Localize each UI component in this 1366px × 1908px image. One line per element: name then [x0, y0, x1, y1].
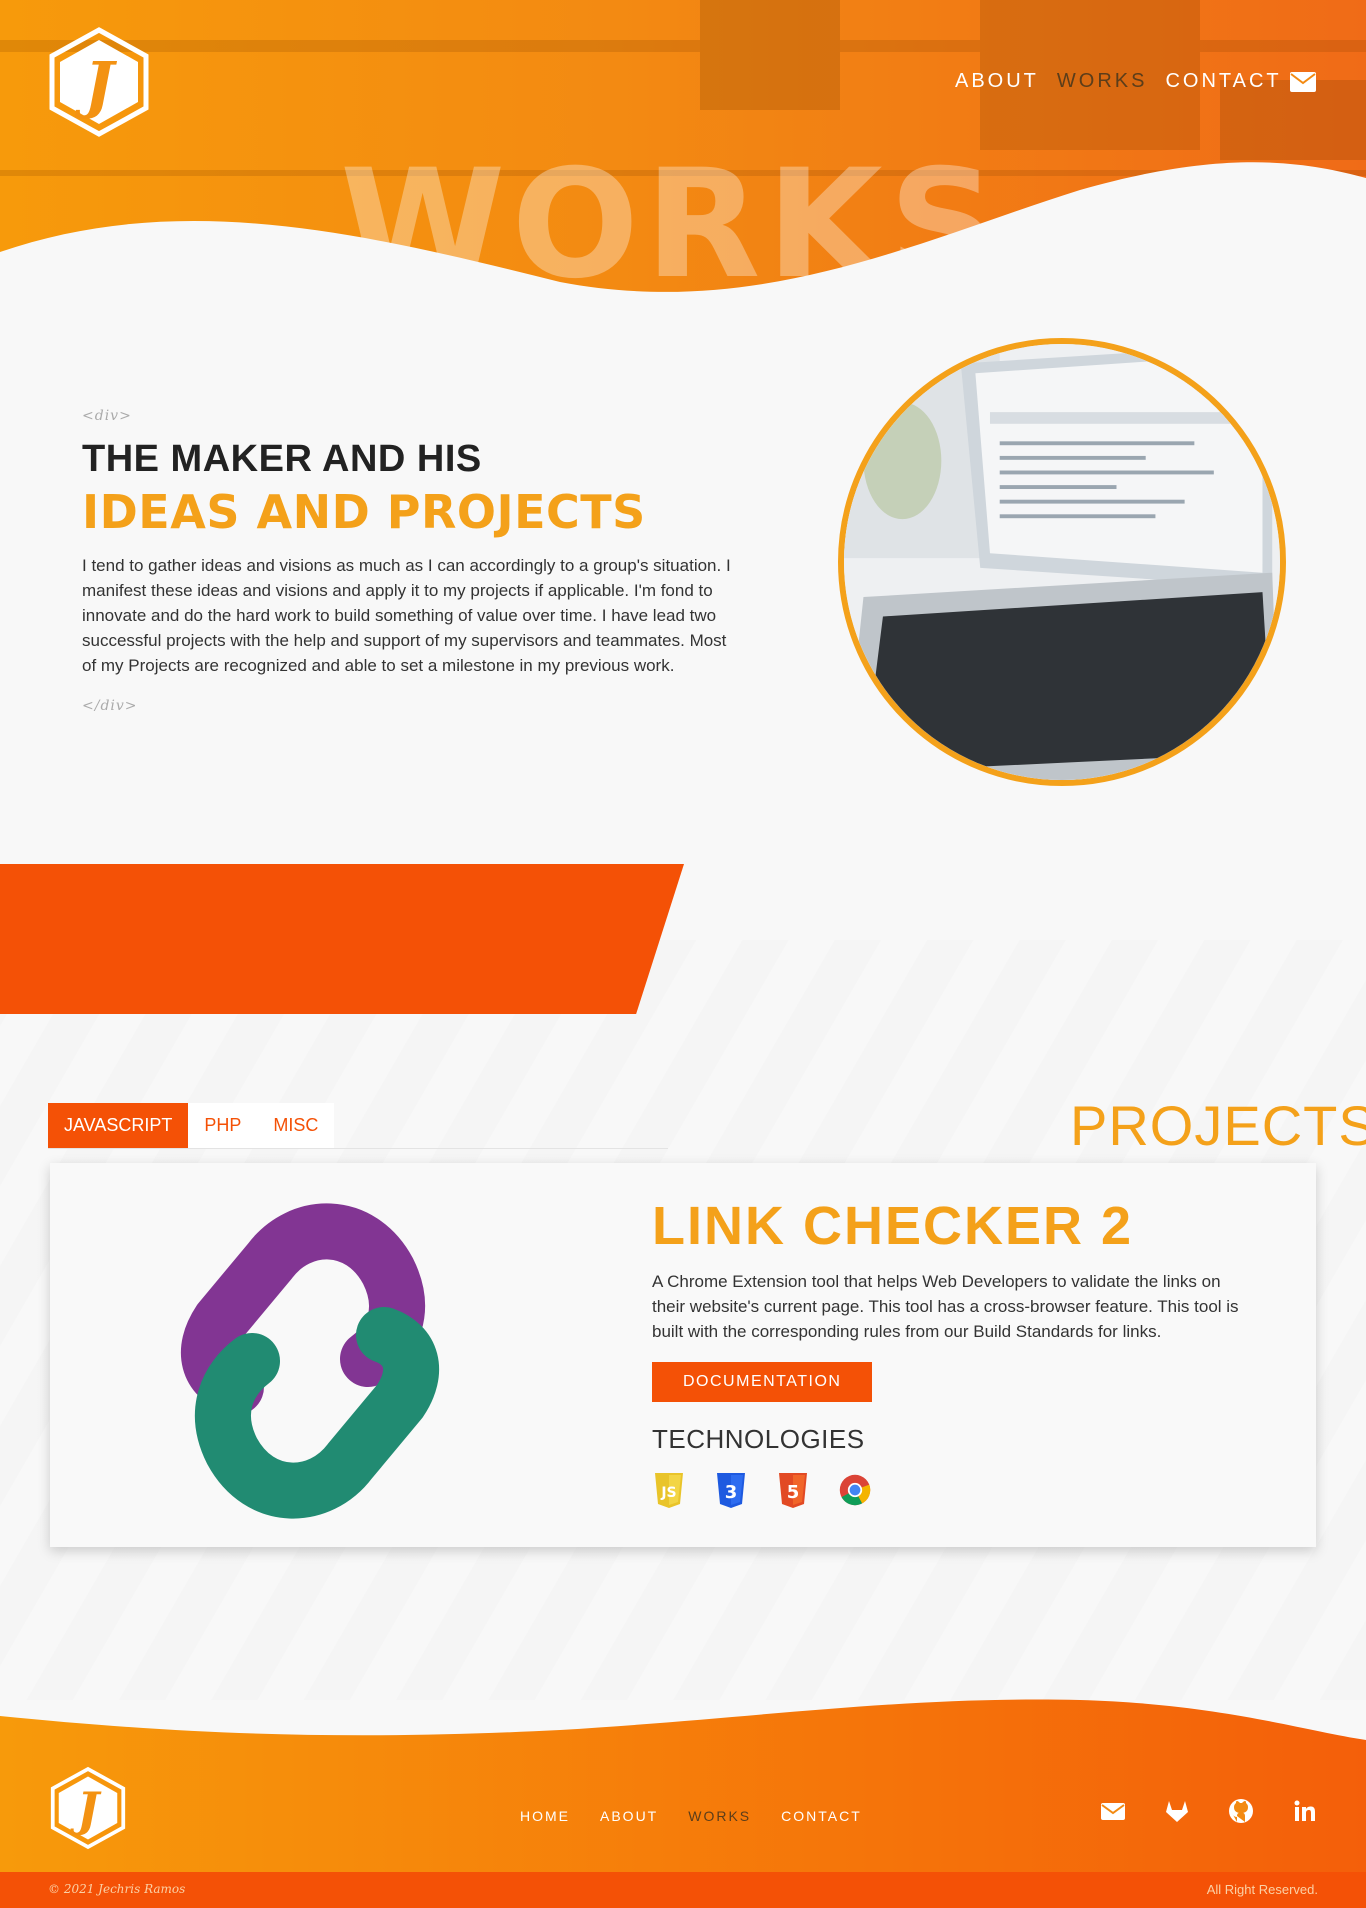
copyright-text: © 2021 Jechris Ramos [48, 1882, 186, 1896]
nav-about[interactable]: ABOUT [955, 70, 1039, 93]
tab-misc[interactable]: MISC [257, 1103, 335, 1148]
site-logo[interactable]: J [46, 26, 152, 138]
link-chain-icon [180, 1203, 440, 1519]
intro-heading-light: THE MAKER AND HIS [82, 438, 482, 480]
footer-bottom-bar: © 2021 Jechris Ramos All Right Reserved. [0, 1872, 1366, 1908]
tab-javascript[interactable]: JAVASCRIPT [48, 1103, 189, 1148]
project-tabs: JAVASCRIPT PHP MISC [48, 1103, 668, 1149]
project-card: LINK CHECKER 2 A Chrome Extension tool t… [50, 1163, 1316, 1547]
documentation-button[interactable]: DOCUMENTATION [652, 1362, 873, 1402]
nav-works[interactable]: WORKS [1057, 70, 1148, 93]
hero-wave [0, 162, 1366, 300]
social-links [1100, 1798, 1318, 1824]
main-nav: ABOUT WORKS CONTACT [955, 70, 1282, 93]
mail-icon[interactable] [1290, 72, 1316, 92]
footer-logo[interactable]: J [48, 1766, 128, 1850]
linkedin-icon[interactable] [1292, 1798, 1318, 1824]
technologies-heading: TECHNOLOGIES [652, 1424, 865, 1454]
intro-paragraph: I tend to gather ideas and visions as mu… [82, 556, 731, 675]
mail-icon[interactable] [1100, 1798, 1126, 1824]
footer: J HOME ABOUT WORKS CONTACT © 2021 Jechri… [0, 1690, 1366, 1908]
css3-icon: 3 [717, 1473, 745, 1508]
div-close-tag: </div> [82, 698, 138, 714]
footer-nav-contact[interactable]: CONTACT [781, 1808, 862, 1824]
div-open-tag: <div> [82, 408, 132, 424]
chrome-icon [839, 1474, 871, 1506]
intro-heading-bold: IDEAS AND PROJECTS [82, 485, 646, 539]
footer-nav-home[interactable]: HOME [520, 1808, 570, 1824]
intro-section: <div> THE MAKER AND HIS IDEAS AND PROJEC… [82, 408, 732, 714]
footer-nav-about[interactable]: ABOUT [600, 1808, 658, 1824]
hero-header: WORKS J ABOUT WORKS CONTACT [0, 0, 1366, 300]
project-title: LINK CHECKER 2 [652, 1196, 1134, 1256]
svg-text:3: 3 [725, 1482, 738, 1503]
github-icon[interactable] [1228, 1798, 1254, 1824]
laptop-code-image [838, 338, 1286, 786]
footer-nav-works[interactable]: WORKS [688, 1808, 751, 1824]
project-details: LINK CHECKER 2 A Chrome Extension tool t… [652, 1195, 1252, 1509]
svg-text:JS: JS [660, 1485, 676, 1501]
projects-title: PROJECTS [1070, 1094, 1366, 1157]
tab-php[interactable]: PHP [188, 1103, 258, 1148]
javascript-icon: JS [655, 1473, 683, 1508]
rights-text: All Right Reserved. [1206, 1882, 1318, 1897]
html5-icon: 5 [779, 1473, 807, 1508]
svg-text:5: 5 [787, 1482, 800, 1503]
technology-icons: JS 3 5 [652, 1471, 1252, 1509]
gitlab-icon[interactable] [1164, 1798, 1190, 1824]
orange-band [0, 864, 684, 1014]
project-description: A Chrome Extension tool that helps Web D… [652, 1272, 1239, 1341]
footer-nav: HOME ABOUT WORKS CONTACT [520, 1808, 862, 1824]
nav-contact[interactable]: CONTACT [1165, 70, 1281, 93]
